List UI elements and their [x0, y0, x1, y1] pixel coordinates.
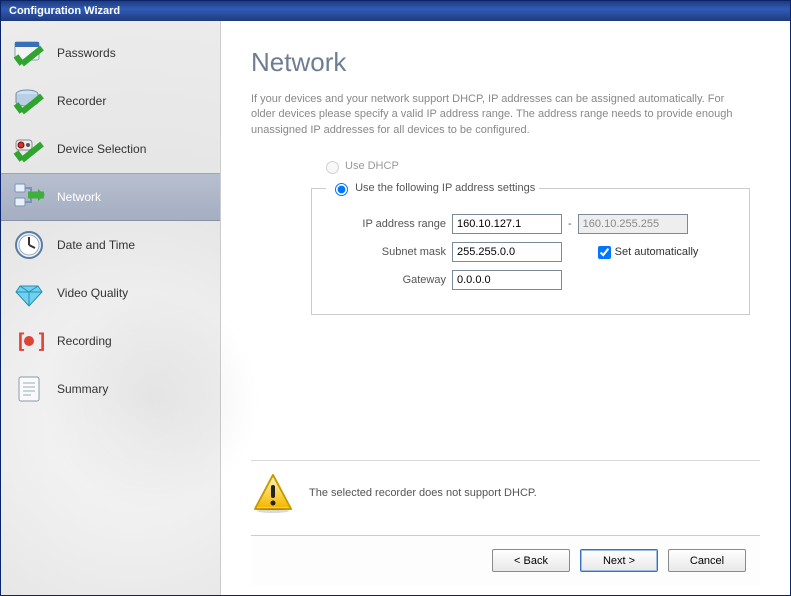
device-selection-icon — [11, 131, 47, 167]
window-titlebar: Configuration Wizard — [1, 1, 790, 21]
range-separator: - — [568, 218, 572, 230]
window-title: Configuration Wizard — [9, 5, 120, 17]
network-icon — [11, 179, 47, 215]
next-button[interactable]: Next > — [580, 549, 658, 572]
input-ip-range-start[interactable] — [452, 214, 562, 234]
diamond-icon — [11, 275, 47, 311]
wizard-sidebar: Passwords Recorder — [1, 21, 221, 595]
sidebar-item-network[interactable]: Network — [1, 173, 220, 221]
sidebar-item-passwords[interactable]: Passwords — [1, 29, 220, 77]
checkbox-set-automatically[interactable] — [598, 246, 611, 259]
input-gateway[interactable] — [452, 270, 562, 290]
page-description: If your devices and your network support… — [251, 92, 751, 138]
checkbox-set-automatically-wrap[interactable]: Set automatically — [594, 243, 699, 262]
row-subnet: Subnet mask - Set automatically — [326, 242, 735, 262]
input-subnet[interactable] — [452, 242, 562, 262]
label-subnet: Subnet mask — [326, 246, 446, 258]
option-use-dhcp: Use DHCP — [321, 158, 760, 174]
sidebar-item-video-quality[interactable]: Video Quality — [1, 269, 220, 317]
clock-icon — [11, 227, 47, 263]
back-button[interactable]: < Back — [492, 549, 570, 572]
sidebar-item-label: Date and Time — [57, 238, 135, 252]
warning-icon — [251, 471, 295, 515]
sidebar-item-label: Recorder — [57, 94, 106, 108]
sidebar-item-label: Video Quality — [57, 286, 128, 300]
sidebar-item-recording[interactable]: [ ] Recording — [1, 317, 220, 365]
row-gateway: Gateway — [326, 270, 735, 290]
radio-use-static[interactable] — [335, 183, 348, 196]
sidebar-item-device-selection[interactable]: Device Selection — [1, 125, 220, 173]
wizard-footer: < Back Next > Cancel — [251, 535, 760, 585]
input-ip-range-end — [578, 214, 688, 234]
static-ip-group: Use the following IP address settings IP… — [311, 180, 750, 315]
radio-label: Use DHCP — [345, 160, 399, 172]
config-wizard-window: Configuration Wizard Passwords — [0, 0, 791, 596]
row-ip-range: IP address range - — [326, 214, 735, 234]
option-use-static[interactable]: Use the following IP address settings — [326, 180, 539, 196]
sidebar-item-label: Passwords — [57, 46, 116, 60]
summary-icon — [11, 371, 47, 407]
page-title: Network — [251, 47, 760, 78]
sidebar-item-date-time[interactable]: Date and Time — [1, 221, 220, 269]
passwords-icon — [11, 35, 47, 71]
window-body: Passwords Recorder — [1, 21, 790, 595]
sidebar-item-summary[interactable]: Summary — [1, 365, 220, 413]
recorder-icon — [11, 83, 47, 119]
radio-use-dhcp — [326, 161, 339, 174]
sidebar-item-label: Summary — [57, 382, 108, 396]
wizard-content: Network If your devices and your network… — [221, 21, 790, 595]
recording-icon: [ ] — [11, 323, 47, 359]
checkbox-label: Set automatically — [615, 246, 699, 258]
sidebar-item-label: Device Selection — [57, 142, 146, 156]
warning-row: The selected recorder does not support D… — [251, 460, 760, 535]
sidebar-item-label: Recording — [57, 334, 112, 348]
sidebar-item-recorder[interactable]: Recorder — [1, 77, 220, 125]
label-gateway: Gateway — [326, 274, 446, 286]
radio-label: Use the following IP address settings — [355, 182, 535, 194]
svg-text:]: ] — [36, 329, 46, 353]
sidebar-item-label: Network — [57, 190, 101, 204]
label-ip-range: IP address range — [326, 218, 446, 230]
cancel-button[interactable]: Cancel — [668, 549, 746, 572]
warning-message: The selected recorder does not support D… — [309, 487, 537, 499]
